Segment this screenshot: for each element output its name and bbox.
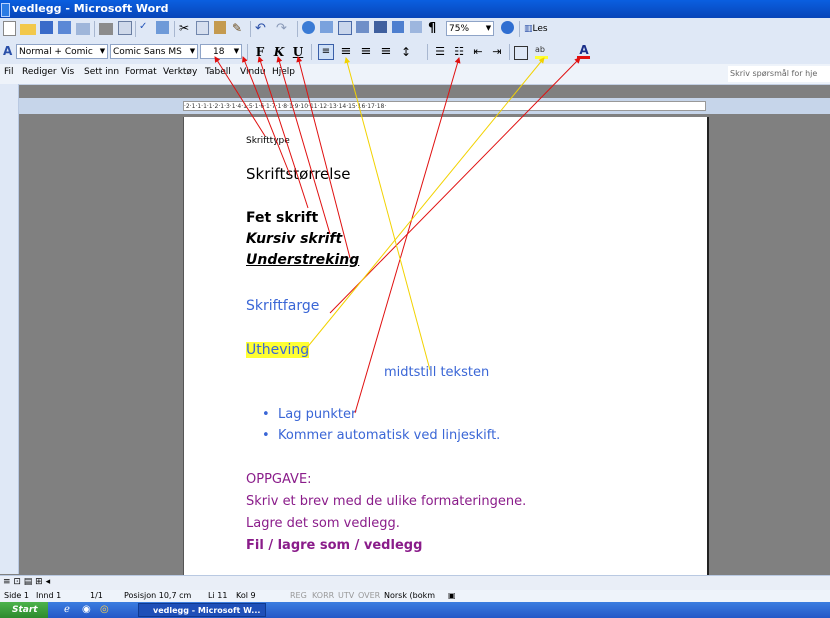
annotation-arrows	[214, 56, 581, 414]
status-bar: Side 1 Innd 1 1/1 Posisjon 10,7 cm Li 11…	[0, 590, 830, 602]
status-innd: Innd 1	[36, 591, 62, 600]
horizontal-scrollbar[interactable]: ≡ ⊡ ▤ ⊞ ◂	[0, 575, 830, 591]
view-buttons-icon[interactable]: ≡ ⊡ ▤ ⊞ ◂	[3, 577, 50, 587]
status-pages: 1/1	[90, 591, 103, 600]
arrow-underline	[296, 56, 351, 259]
start-button[interactable]: Start	[0, 602, 48, 618]
status-korr[interactable]: KORR	[312, 590, 334, 602]
arrow-font-type	[214, 56, 266, 137]
taskbar-item-word[interactable]: vedlegg - Microsoft W...	[138, 603, 266, 617]
arrow-italic	[276, 56, 331, 235]
status-rec[interactable]: REG	[290, 590, 307, 602]
outlook-icon[interactable]: ◎	[100, 604, 109, 615]
status-col: Kol 9	[236, 591, 256, 600]
arrow-bullets	[354, 57, 461, 414]
spelling-status-icon[interactable]: ▣	[448, 590, 456, 602]
status-line: Li 11	[208, 591, 228, 600]
quicklaunch-icon[interactable]: ◉	[82, 604, 91, 615]
arrow-font-color	[329, 57, 581, 314]
status-position: Posisjon 10,7 cm	[124, 591, 192, 600]
arrow-highlight	[304, 57, 545, 351]
arrow-center	[344, 57, 431, 371]
status-lang[interactable]: Norsk (bokm	[384, 590, 435, 602]
ie-icon[interactable]: ℯ	[64, 604, 70, 615]
taskbar	[0, 602, 830, 618]
status-over[interactable]: OVER	[358, 590, 380, 602]
status-utv[interactable]: UTV	[338, 590, 354, 602]
status-side: Side 1	[4, 591, 29, 600]
